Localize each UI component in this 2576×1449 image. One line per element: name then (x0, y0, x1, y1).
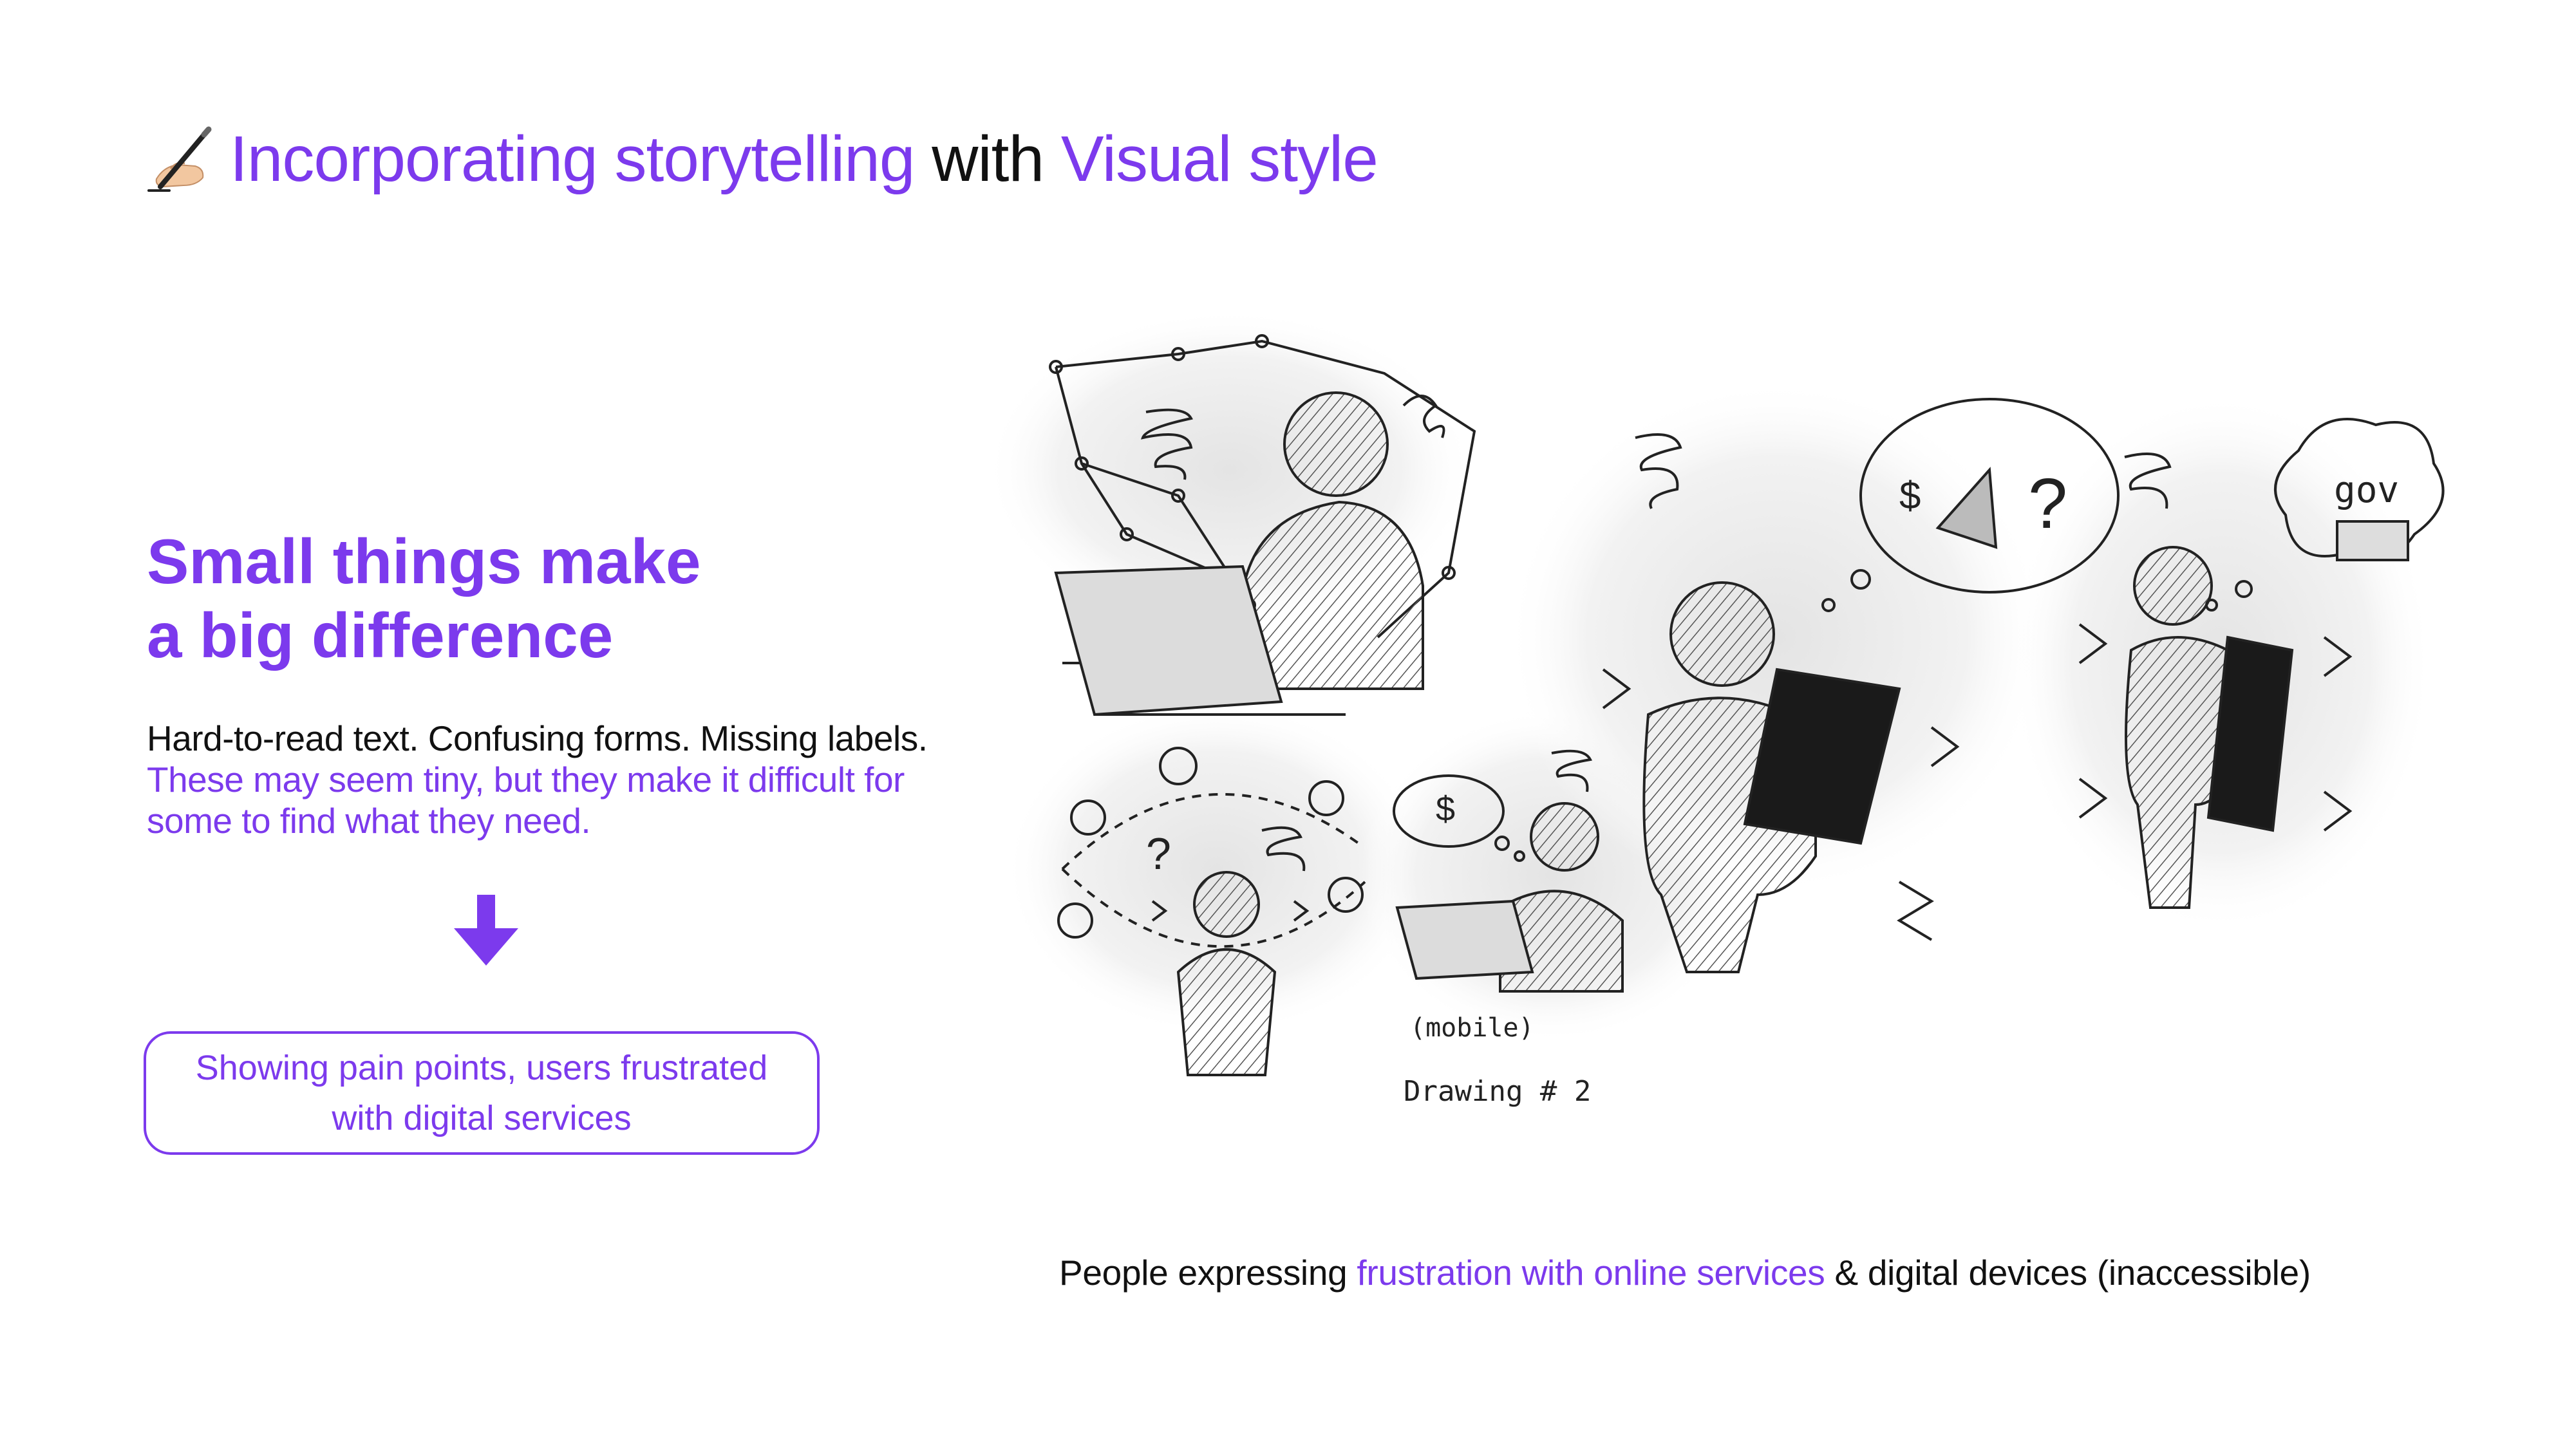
title-part-visual-style: Visual style (1060, 123, 1378, 195)
caption-line-2: with digital services (332, 1099, 632, 1137)
sketch-dollar-sign: $ (1436, 790, 1455, 828)
title-part-with: with (932, 123, 1044, 195)
sketch-label-mobile: (mobile) (1410, 1013, 1534, 1043)
caption-line-1: Showing pain points, users frustrated (195, 1049, 768, 1087)
headline-line-1: Small things make (147, 526, 701, 597)
sketch-dollar-sign-2: $ (1899, 474, 1921, 517)
pain-points-caption-box: Showing pain points, users frustrated wi… (144, 1031, 820, 1155)
title-part-storytelling: Incorporating storytelling (230, 123, 915, 195)
page-title: Incorporating storytelling with Visual s… (145, 122, 1378, 196)
sketch-question-mark: ? (1146, 828, 1171, 879)
footer-part-3: & digital devices (inaccessible) (1834, 1253, 2311, 1293)
body-plain-text: Hard-to-read text. Confusing forms. Miss… (147, 718, 928, 758)
arrow-down-icon (454, 895, 518, 966)
body-highlight-text: These may seem tiny, but they make it di… (147, 760, 905, 841)
footer-part-2: frustration with online services (1357, 1253, 1825, 1293)
headline: Small things make a big difference (147, 525, 701, 673)
headline-line-2: a big difference (147, 600, 614, 671)
sketch-label-gov: gov (2334, 469, 2399, 511)
sketch-label-drawing: Drawing # 2 (1404, 1075, 1591, 1108)
footer-part-1: People expressing (1059, 1253, 1348, 1293)
sketch-footer-caption: People expressing frustration with onlin… (1059, 1252, 2311, 1293)
frustrated-users-sketch: ? $ (mobile) Drawing # 2 $ ? gov (985, 309, 2445, 1108)
body-paragraph: Hard-to-read text. Confusing forms. Miss… (147, 718, 939, 841)
sketch-question-mark-2: ? (2028, 464, 2067, 543)
writing-hand-icon (145, 124, 217, 196)
